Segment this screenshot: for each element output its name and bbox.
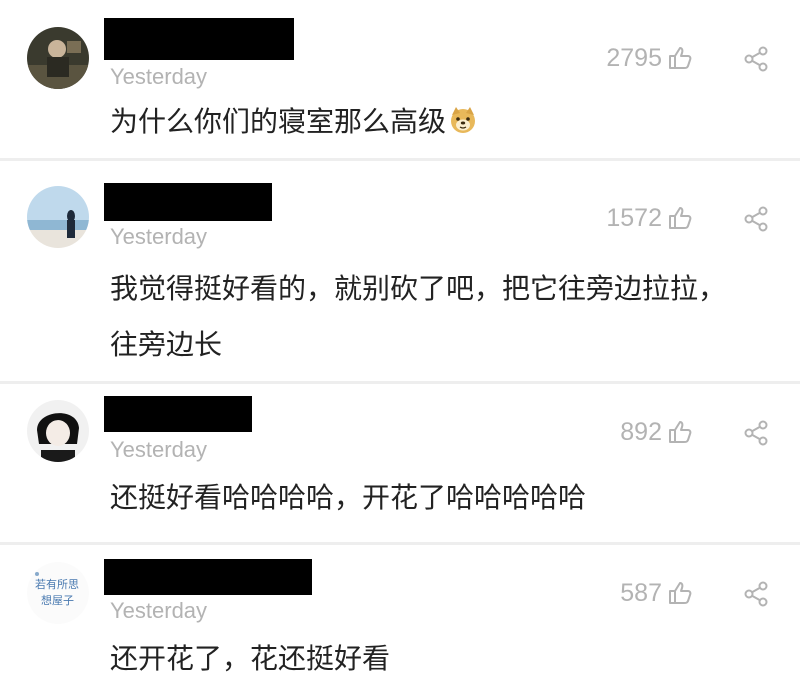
comment-text-line: 我觉得挺好看的，就别砍了吧，把它往旁边拉拉， — [110, 272, 727, 305]
comment-time: Yesterday — [110, 224, 208, 249]
redacted-username — [104, 559, 312, 595]
redacted-username — [104, 18, 294, 60]
thumbs-up-icon[interactable] — [667, 580, 693, 606]
svg-text:若有所思: 若有所思 — [35, 577, 79, 591]
dog-face-emoji — [451, 107, 476, 133]
redacted-username — [104, 183, 272, 221]
like-count: 2795 — [606, 44, 662, 72]
share-icon[interactable] — [743, 206, 769, 232]
comment-text: 还挺好看哈哈哈哈，开花了哈哈哈哈哈 — [110, 481, 587, 514]
share-icon[interactable] — [743, 46, 769, 72]
comment-text-content: 为什么你们的寝室那么高级 — [110, 105, 447, 138]
comment-time: Yesterday — [110, 437, 208, 462]
share-icon[interactable] — [743, 420, 769, 446]
share-icon[interactable] — [743, 581, 769, 607]
redacted-username — [104, 396, 252, 432]
svg-text:想屋子: 想屋子 — [41, 593, 74, 607]
comment-time: Yesterday — [110, 64, 208, 89]
like-count: 1572 — [606, 204, 662, 232]
like-count: 587 — [620, 579, 662, 607]
avatar[interactable] — [27, 400, 89, 462]
comment-item: 若有所思 想屋子 Yesterday 587 还开花了，花还挺好看 — [0, 545, 800, 693]
comment-item: Yesterday 2795 为什么你们的寝室那么高级 — [0, 0, 800, 158]
avatar[interactable]: 若有所思 想屋子 — [27, 562, 89, 624]
comment-item: Yesterday 892 还挺好看哈哈哈哈，开花了哈哈哈哈哈 — [0, 384, 800, 542]
comment-text-line: 往旁边长 — [110, 328, 223, 361]
comment-text: 还开花了，花还挺好看 — [110, 642, 391, 675]
thumbs-up-icon[interactable] — [667, 45, 693, 71]
comment-time: Yesterday — [110, 598, 208, 623]
comment-item: Yesterday 1572 我觉得挺好看的，就别砍了吧，把它往旁边拉拉， 往旁… — [0, 161, 800, 381]
thumbs-up-icon[interactable] — [667, 419, 693, 445]
thumbs-up-icon[interactable] — [667, 205, 693, 231]
comment-text: 为什么你们的寝室那么高级 — [110, 100, 770, 144]
like-count: 892 — [620, 418, 662, 446]
avatar[interactable] — [27, 186, 89, 248]
avatar[interactable] — [27, 27, 89, 89]
comment-text: 我觉得挺好看的，就别砍了吧，把它往旁边拉拉， 往旁边长 — [110, 261, 770, 373]
